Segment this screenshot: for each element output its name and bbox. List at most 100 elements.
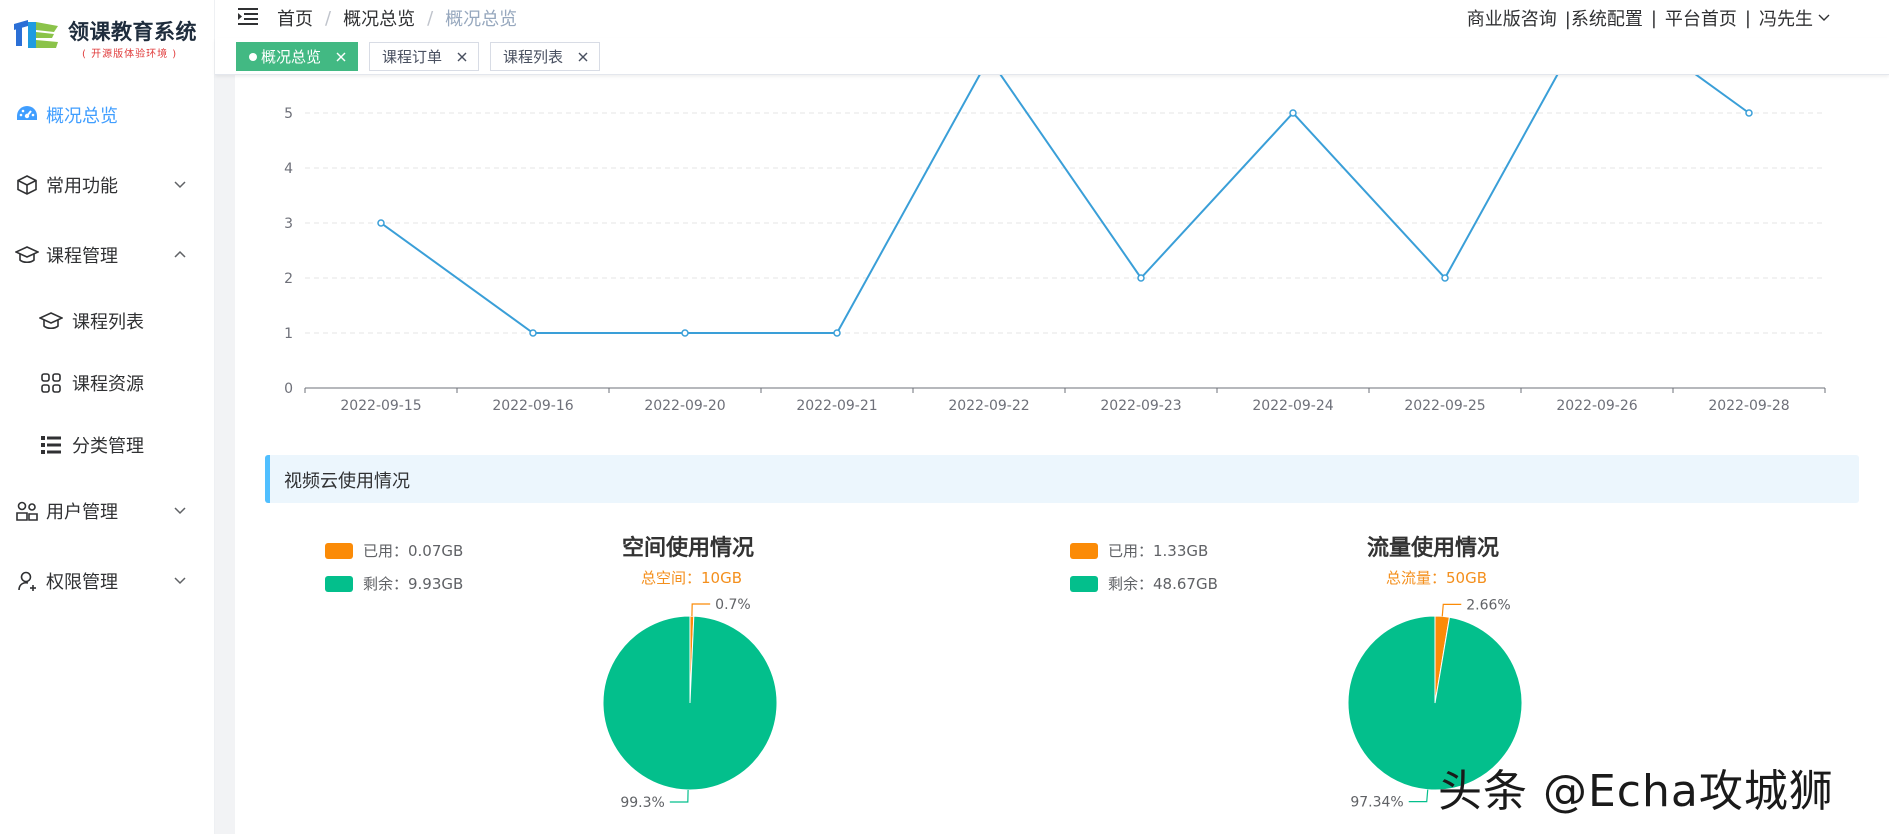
data-point [833,329,841,337]
x-tick-label: 2022-09-16 [492,398,573,414]
x-tick-label: 2022-09-23 [1100,398,1181,414]
tag-label: 课程订单 [382,48,443,66]
content-gutter [215,75,235,834]
x-tick-label: 2022-09-22 [948,398,1029,414]
sidebar-item-overview[interactable]: 概况总览 [0,80,215,150]
data-point [1441,274,1449,282]
x-tick-label: 2022-09-26 [1556,398,1637,414]
breadcrumb-current: 概况总览 [445,9,518,30]
sidebar-item-course-resources[interactable]: 课程资源 [0,352,215,414]
y-tick-label: 1 [284,326,293,342]
chevron-up-icon [174,250,186,258]
user-key-icon [14,568,40,594]
sidebar-item-label: 概况总览 [46,106,118,127]
sidebar-item-permission-management[interactable]: 权限管理 [0,546,215,616]
chevron-down-icon[interactable] [1817,11,1831,25]
user-menu[interactable]: 冯先生 [1759,5,1813,31]
logo-icon [14,20,58,48]
x-tick-label: 2022-09-20 [644,398,725,414]
pie-slice-label: 97.34% [1350,795,1403,811]
data-point [377,219,385,227]
data-point [1137,274,1145,282]
commercial-consult-link[interactable]: 商业版咨询 [1467,5,1557,31]
y-tick-label: 0 [284,381,293,397]
sidebar: 领课教育系统 ( 开源版体验环境 ) 概况总览 常用功能 课程管理 课程列表 课… [0,0,215,834]
tag-overview[interactable]: 概况总览 [236,42,359,71]
link-separator: | [1650,7,1657,29]
y-tick-label: 5 [284,106,293,122]
users-icon [14,498,40,524]
graduation-cap-icon [38,308,64,334]
sidebar-item-label: 用户管理 [46,502,118,523]
graduation-cap-icon [14,242,40,268]
top-navbar: 首页 / 概况总览 / 概况总览 商业版咨询 |系统配置 | 平台首页 | 冯先… [215,0,1889,36]
breadcrumb: 首页 / 概况总览 / 概况总览 [277,5,517,31]
tag-course-orders[interactable]: 课程订单 [369,42,480,71]
data-point [1745,109,1753,117]
video-cloud-section-header: 视频云使用情况 [265,455,1859,503]
chevron-down-icon [174,181,186,189]
close-icon[interactable] [577,51,589,63]
section-title: 视频云使用情况 [284,471,410,492]
pie-label-line [1441,603,1462,617]
y-tick-label: 3 [284,216,293,232]
logo[interactable]: 领课教育系统 ( 开源版体验环境 ) [10,12,210,60]
sidebar-item-common[interactable]: 常用功能 [0,150,215,220]
sidebar-item-label: 常用功能 [46,176,118,197]
pie-label-line [669,789,689,803]
x-tick-label: 2022-09-15 [340,398,421,414]
tag-label: 概况总览 [261,48,322,66]
pie-slice-label: 0.7% [715,597,751,613]
y-tick-label: 4 [284,161,293,177]
logo-title: 领课教育系统 [68,20,197,44]
pie-slice-label: 2.66% [1466,597,1510,613]
sidebar-item-label: 课程管理 [46,246,118,267]
breadcrumb-separator: / [427,7,434,29]
series-line [380,75,1750,334]
cube-icon [14,172,40,198]
system-config-link[interactable]: |系统配置 [1565,5,1643,31]
sidebar-item-label: 课程资源 [72,374,144,395]
data-point [529,329,537,337]
sidebar-item-label: 分类管理 [72,436,144,457]
data-point [681,329,689,337]
sidebar-item-category-management[interactable]: 分类管理 [0,414,215,476]
x-tick-label: 2022-09-25 [1404,398,1485,414]
tag-label: 课程列表 [503,48,564,66]
x-tick-label: 2022-09-28 [1708,398,1789,414]
pie-slice [602,615,778,791]
sidebar-item-user-management[interactable]: 用户管理 [0,476,215,546]
breadcrumb-section[interactable]: 概况总览 [343,5,415,31]
pie-label-line [691,603,711,617]
dashboard-icon [14,102,40,128]
watermark: 头条 @Echa攻城狮 [1438,766,1834,817]
close-icon[interactable] [335,51,347,63]
logo-subtitle: ( 开源版体验环境 ) [82,49,178,60]
sidebar-menu: 概况总览 常用功能 课程管理 课程列表 课程资源 分类管理 用户管理 权限管理 [0,80,215,616]
x-tick-label: 2022-09-24 [1252,398,1333,414]
sidebar-item-label: 课程列表 [72,312,144,333]
breadcrumb-separator: / [325,7,332,29]
active-dot [249,52,257,61]
sidebar-item-label: 权限管理 [46,572,118,593]
tag-course-list[interactable]: 课程列表 [490,42,601,71]
platform-home-link[interactable]: 平台首页 [1665,5,1737,31]
tags-view: 概况总览 课程订单 课程列表 [215,38,1889,75]
close-icon[interactable] [456,51,468,63]
menu-toggle-icon[interactable] [238,8,260,26]
chevron-down-icon [174,577,186,585]
order-line-chart: 0 1 2 3 4 5 2022-09-15 2022-09-16 2022-09-20 2022… [235,75,1889,415]
line-chart-svg: 0 1 2 3 4 5 2022-09-15 2022-09-16 2022-09-20 2022… [284,75,1826,414]
link-separator: | [1744,7,1751,29]
data-point [1289,109,1297,117]
y-tick-label: 2 [284,271,293,287]
pie-slice-label: 99.3% [620,795,664,811]
header-links: 商业版咨询 |系统配置 | 平台首页 | 冯先生 [1467,5,1831,31]
breadcrumb-home[interactable]: 首页 [277,5,313,31]
sidebar-item-course-management[interactable]: 课程管理 [0,220,215,290]
storage-usage-panel: 已用：0.07GB 剩余：9.93GB 空间使用情况 总空间：10GB 0.7%… [265,520,1025,834]
grid-icon [38,370,64,396]
sidebar-item-course-list[interactable]: 课程列表 [0,290,215,352]
pie-label-line [1408,789,1429,803]
list-icon [38,432,64,458]
